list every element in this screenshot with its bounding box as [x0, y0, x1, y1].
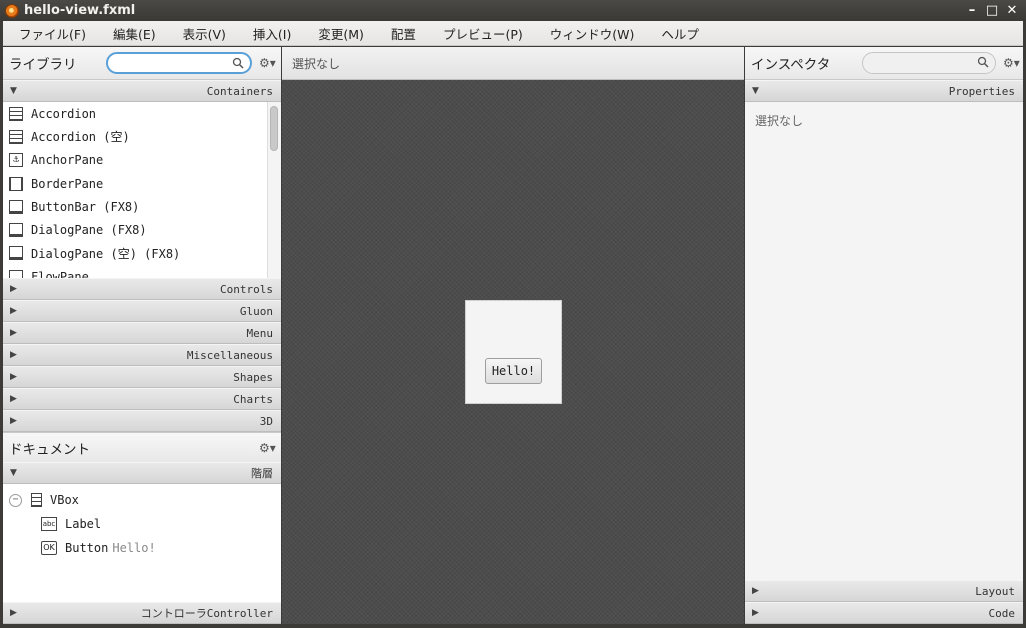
design-canvas[interactable]: Hello!: [282, 80, 744, 624]
search-icon: [977, 56, 989, 68]
dialog-pane-icon: [9, 246, 23, 261]
section-code[interactable]: ▶ Code: [745, 602, 1023, 624]
label-icon: abc: [41, 517, 57, 531]
section-containers[interactable]: ▼ Containers: [3, 80, 281, 102]
content-panel: 選択なし Hello!: [282, 47, 744, 624]
section-controller[interactable]: ▶ コントローラController: [3, 602, 281, 624]
dialog-pane-icon: [9, 223, 23, 238]
menu-arrange[interactable]: 配置: [375, 24, 427, 43]
inspector-gear-icon[interactable]: ⚙▾: [1003, 56, 1020, 70]
section-3d[interactable]: ▶ 3D: [3, 410, 281, 432]
flow-pane-icon: [9, 269, 23, 278]
left-panel: ライブラリ ⚙▾ ▼ Containers Accordion Accordio…: [3, 47, 281, 624]
inspector-header: インスペクタ ⚙▾: [745, 47, 1023, 80]
document-gear-icon[interactable]: ⚙▾: [259, 441, 276, 455]
collapsed-arrow-icon: ▶: [10, 328, 17, 338]
tree-row-vbox[interactable]: − VBox: [3, 488, 281, 512]
maximize-icon[interactable]: □: [984, 3, 1000, 19]
section-hierarchy[interactable]: ▼ 階層: [3, 462, 281, 484]
accordion-icon: [9, 106, 23, 121]
section-gluon[interactable]: ▶ Gluon: [3, 300, 281, 322]
expanded-arrow-icon: ▼: [10, 86, 17, 96]
section-menu[interactable]: ▶ Menu: [3, 322, 281, 344]
title-bar: hello-view.fxml – □ ✕: [0, 0, 1026, 21]
selection-breadcrumb: 選択なし: [292, 56, 341, 71]
hello-button[interactable]: Hello!: [485, 358, 542, 384]
list-item[interactable]: DialogPane (空) (FX8): [3, 242, 281, 265]
library-header: ライブラリ ⚙▾: [3, 47, 281, 80]
list-item[interactable]: ButtonBar (FX8): [3, 195, 281, 218]
section-properties[interactable]: ▼ Properties: [745, 80, 1023, 102]
vbox-icon: [31, 493, 42, 507]
menu-preview[interactable]: プレビュー(P): [427, 24, 534, 43]
inspector-panel: インスペクタ ⚙▾ ▼ Properties 選択なし ▶ Layout ▶ C…: [745, 47, 1023, 624]
menu-insert[interactable]: 挿入(I): [237, 24, 302, 43]
button-icon: OK: [41, 541, 57, 555]
canvas-header: 選択なし: [282, 47, 744, 80]
scrollbar-thumb[interactable]: [270, 106, 278, 151]
list-item[interactable]: DialogPane (FX8): [3, 218, 281, 241]
border-pane-icon: [9, 176, 23, 191]
library-gear-icon[interactable]: ⚙▾: [259, 56, 276, 70]
expanded-arrow-icon: ▼: [10, 468, 17, 478]
app-window: hello-view.fxml – □ ✕ ファイル(F) 編集(E) 表示(V…: [0, 0, 1026, 628]
inspector-search-box[interactable]: [862, 52, 996, 74]
tree-row-label[interactable]: abc Label: [3, 512, 281, 536]
collapsed-arrow-icon: ▶: [752, 608, 759, 618]
menu-modify[interactable]: 変更(M): [302, 24, 375, 43]
library-scrollbar[interactable]: [267, 102, 281, 278]
document-title: ドキュメント: [9, 441, 90, 458]
library-list: Accordion Accordion (空) ⚓ AnchorPane Bor…: [3, 102, 281, 278]
inspector-empty-text: 選択なし: [755, 114, 804, 128]
collapsed-arrow-icon: ▶: [752, 586, 759, 596]
section-layout[interactable]: ▶ Layout: [745, 580, 1023, 602]
library-title: ライブラリ: [9, 57, 77, 73]
tree-row-button[interactable]: OK Button Hello!: [3, 536, 281, 560]
menu-edit[interactable]: 編集(E): [97, 24, 167, 43]
section-shapes[interactable]: ▶ Shapes: [3, 366, 281, 388]
hierarchy-tree: − VBox abc Label OK Button Hello!: [3, 484, 281, 594]
list-item[interactable]: Accordion: [3, 102, 281, 125]
expanded-arrow-icon: ▼: [752, 86, 759, 96]
menu-file[interactable]: ファイル(F): [3, 24, 97, 43]
document-header: ドキュメント ⚙▾: [3, 432, 281, 462]
search-icon: [232, 57, 244, 69]
collapsed-arrow-icon: ▶: [10, 394, 17, 404]
collapsed-arrow-icon: ▶: [10, 306, 17, 316]
minimize-icon[interactable]: –: [964, 3, 980, 19]
collapsed-arrow-icon: ▶: [10, 416, 17, 426]
list-item[interactable]: FlowPane: [3, 265, 281, 278]
inspector-title: インスペクタ: [751, 57, 831, 73]
anchor-icon: ⚓: [9, 153, 23, 168]
library-search-box[interactable]: [106, 52, 252, 74]
list-item[interactable]: ⚓ AnchorPane: [3, 149, 281, 172]
section-charts[interactable]: ▶ Charts: [3, 388, 281, 410]
collapse-icon[interactable]: −: [9, 493, 22, 507]
section-controls[interactable]: ▶ Controls: [3, 278, 281, 300]
menu-bar: ファイル(F) 編集(E) 表示(V) 挿入(I) 変更(M) 配置 プレビュー…: [3, 21, 1023, 46]
collapsed-arrow-icon: ▶: [10, 372, 17, 382]
collapsed-arrow-icon: ▶: [10, 608, 17, 618]
list-item[interactable]: Accordion (空): [3, 125, 281, 148]
window-title: hello-view.fxml: [24, 3, 136, 18]
app-logo-icon: [5, 3, 19, 18]
collapsed-arrow-icon: ▶: [10, 284, 17, 294]
list-item[interactable]: BorderPane: [3, 172, 281, 195]
menu-view[interactable]: 表示(V): [167, 24, 237, 43]
close-icon[interactable]: ✕: [1004, 3, 1020, 19]
menu-help[interactable]: ヘルプ: [645, 24, 710, 43]
library-search-input[interactable]: [116, 54, 234, 72]
section-miscellaneous[interactable]: ▶ Miscellaneous: [3, 344, 281, 366]
menu-window[interactable]: ウィンドウ(W): [534, 24, 646, 43]
collapsed-arrow-icon: ▶: [10, 350, 17, 360]
accordion-icon: [9, 129, 23, 144]
button-bar-icon: [9, 199, 23, 214]
vbox-preview[interactable]: Hello!: [465, 300, 562, 404]
